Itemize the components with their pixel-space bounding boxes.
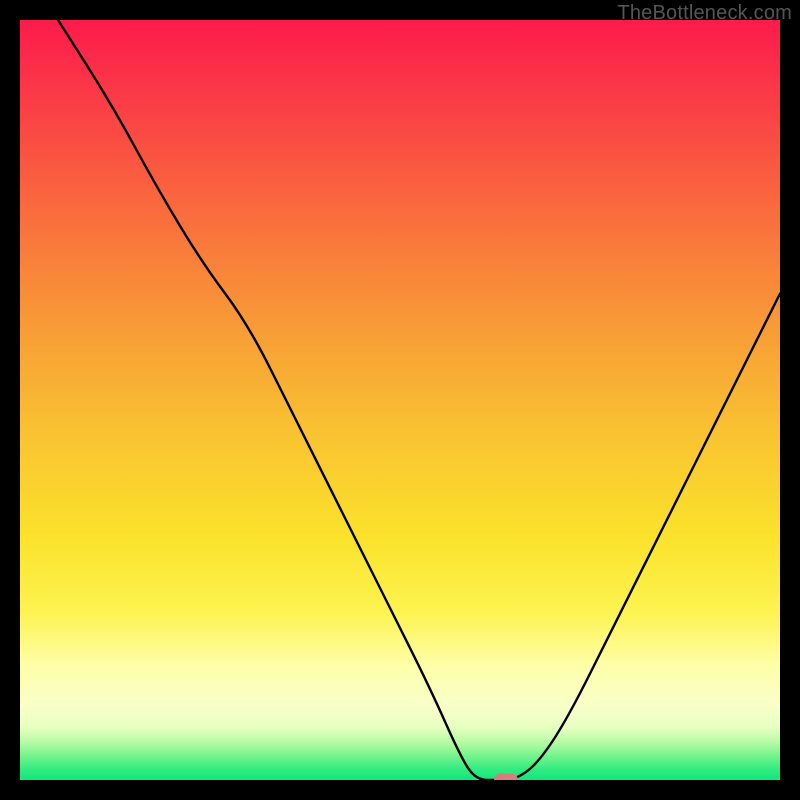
chart-curve-path (58, 20, 780, 780)
chart-plot-area (20, 20, 780, 780)
watermark-text: TheBottleneck.com (617, 2, 792, 25)
chart-optimal-marker (494, 774, 518, 781)
chart-curve-svg (20, 20, 780, 780)
